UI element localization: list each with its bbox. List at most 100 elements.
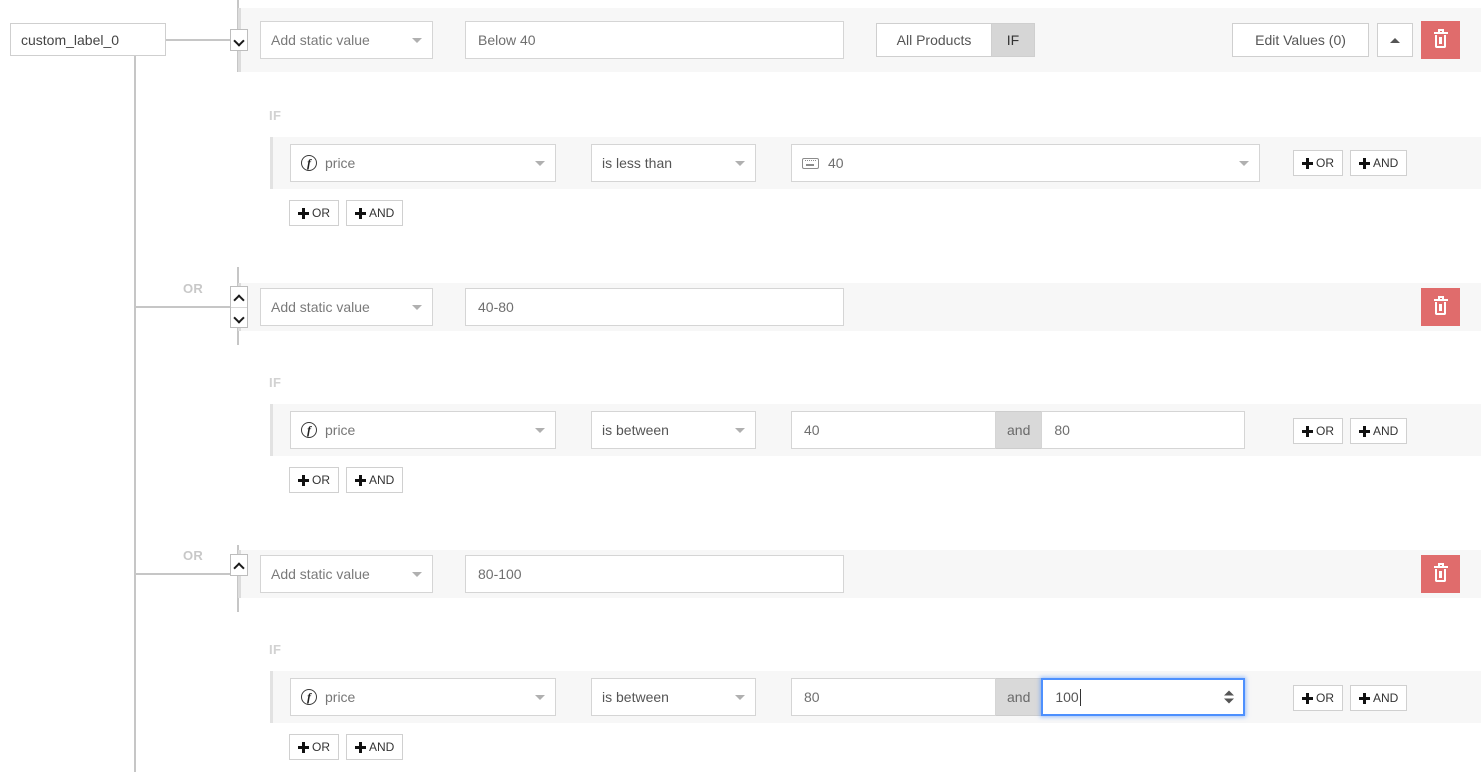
edit-values-button-1[interactable]: Edit Values (0) [1232,23,1369,57]
add-or-label: OR [1316,691,1334,705]
between-max-input-3-1[interactable]: 100 [1041,678,1246,716]
condition-operator-select-2-1[interactable]: is between [591,411,756,449]
chevron-down-icon [735,694,745,700]
chevron-down-icon [412,571,422,577]
add-or-group-label-1: OR [312,206,330,220]
plus-icon [355,207,366,219]
delete-group-button-3[interactable] [1421,555,1460,593]
rank-down-button-1[interactable] [231,30,247,50]
tree-branch-group3 [134,573,238,575]
add-and-group-button-1[interactable]: AND [346,200,404,226]
add-and-group-label-1: AND [369,206,395,220]
chevron-up-icon [235,293,244,302]
condition-field-select-2-1[interactable]: f price [290,411,556,449]
trash-icon [1433,296,1448,315]
trash-icon [1433,563,1448,582]
value-source-label-1: Add static value [271,32,370,48]
scope-toggle-1[interactable]: All Products IF [876,23,1035,57]
plus-icon [1359,157,1370,169]
chevron-down-icon [735,427,745,433]
static-value-text-1: Below 40 [478,32,536,48]
add-and-group-button-3[interactable]: AND [346,734,404,760]
add-or-condition-button-1-1[interactable]: OR [1293,150,1343,176]
plus-icon [298,474,309,486]
rank-up-button-2[interactable] [231,287,247,307]
add-or-condition-button-2-1[interactable]: OR [1293,418,1343,444]
add-and-condition-button-2-1[interactable]: AND [1350,418,1408,444]
between-max-text-3-1: 100 [1055,689,1079,705]
function-icon: f [301,155,317,171]
tree-trunk-line [134,56,136,772]
value-source-select-2[interactable]: Add static value [260,288,433,326]
if-label-3: IF [269,642,282,657]
edit-values-label-1: Edit Values (0) [1255,32,1346,48]
plus-icon [1302,157,1313,169]
add-and-group-label-3: AND [369,740,395,754]
between-min-text-3-1: 80 [804,689,820,705]
toggle-all-products[interactable]: All Products [877,24,991,56]
or-tag-group3: OR [183,548,204,563]
add-or-group-label-3: OR [312,740,330,754]
condition-operator-select-1-1[interactable]: is less than [591,144,756,182]
add-or-group-button-1[interactable]: OR [289,200,339,226]
value-source-select-3[interactable]: Add static value [260,555,433,593]
spinner-down-icon[interactable] [1224,698,1235,704]
group-adders-2: OR AND [289,467,404,493]
add-and-condition-button-1-1[interactable]: AND [1350,150,1408,176]
static-value-input-2[interactable]: 40-80 [465,288,844,326]
plus-icon [298,207,309,219]
delete-group-button-1[interactable] [1421,21,1460,59]
toggle-if[interactable]: IF [991,24,1034,56]
condition-field-label-3-1: price [325,689,356,705]
condition-between-2-1: 40 and 80 [791,411,1246,449]
between-max-input-2-1[interactable]: 80 [1041,411,1246,449]
condition-operator-select-3-1[interactable]: is between [591,678,756,716]
between-max-text-2-1: 80 [1054,422,1070,438]
condition-value-text-1-1: 40 [828,155,844,171]
add-or-label: OR [1316,424,1334,438]
between-min-input-2-1[interactable]: 40 [791,411,996,449]
static-value-input-3[interactable]: 80-100 [465,555,844,593]
add-or-group-button-2[interactable]: OR [289,467,339,493]
function-icon: f [301,689,317,705]
condition-inline-adders-1-1: OR AND [1293,150,1408,176]
add-and-group-button-2[interactable]: AND [346,467,404,493]
static-value-input-1[interactable]: Below 40 [465,21,844,59]
rank-up-button-3[interactable] [231,555,247,575]
plus-icon [355,474,366,486]
add-and-condition-button-3-1[interactable]: AND [1350,685,1408,711]
rank-down-button-2[interactable] [231,307,247,327]
add-or-condition-button-3-1[interactable]: OR [1293,685,1343,711]
condition-between-3-1: 80 and 100 [791,678,1246,716]
function-icon: f [301,422,317,438]
condition-field-label-2-1: price [325,422,356,438]
condition-inline-adders-2-1: OR AND [1293,418,1408,444]
condition-field-select-3-1[interactable]: f price [290,678,556,716]
chevron-down-icon [735,160,745,166]
chevron-down-icon [412,304,422,310]
chevron-up-icon [235,561,244,570]
chevron-down-icon [535,427,545,433]
collapse-button-1[interactable] [1377,23,1413,57]
value-source-label-3: Add static value [271,566,370,582]
condition-field-select-1-1[interactable]: f price [290,144,556,182]
add-or-group-button-3[interactable]: OR [289,734,339,760]
condition-value-input-1-1[interactable]: 40 [791,144,1260,182]
condition-field-label-1-1: price [325,155,356,171]
rank-spinner-1[interactable] [230,29,248,51]
text-cursor [1079,688,1081,706]
spinner-up-icon[interactable] [1224,690,1235,696]
between-min-input-3-1[interactable]: 80 [791,678,996,716]
custom-label-text: custom_label_0 [21,31,120,48]
chevron-down-icon [535,694,545,700]
plus-icon [1359,425,1370,437]
number-spinner-3-1[interactable] [1224,690,1235,704]
keyboard-icon [802,157,819,169]
rank-spinner-2[interactable] [230,286,248,328]
value-source-select-1[interactable]: Add static value [260,21,433,59]
tree-branch-to-label [166,39,238,41]
delete-group-button-2[interactable] [1421,288,1460,326]
rank-spinner-3[interactable] [230,554,248,576]
custom-label-box[interactable]: custom_label_0 [10,23,166,56]
between-and-separator-3-1: and [996,678,1042,716]
